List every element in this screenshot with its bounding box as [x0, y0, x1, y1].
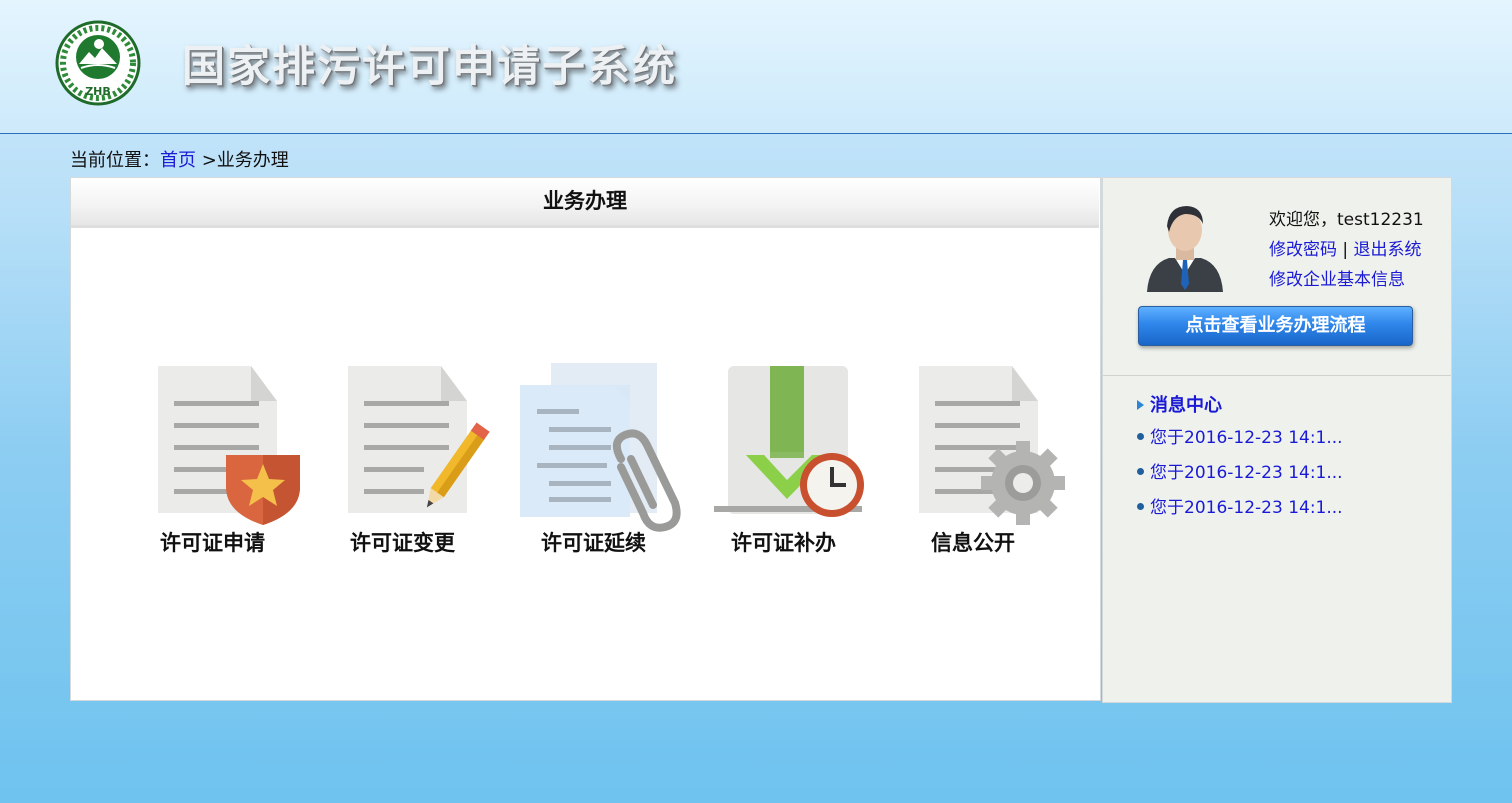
triangle-right-icon: [1137, 400, 1144, 410]
message-text: 您于2016-12-23 14:1...: [1150, 463, 1343, 483]
message-item[interactable]: 您于2016-12-23 14:1...: [1137, 426, 1343, 461]
user-sidebar: 欢迎您，test12231 修改密码 | 退出系统 修改企业基本信息 点击查看业…: [1102, 177, 1452, 703]
message-center-heading[interactable]: 消息中心: [1137, 391, 1222, 417]
message-text: 您于2016-12-23 14:1...: [1150, 428, 1343, 448]
page-header: ZHB 国家排污许可申请子系统: [0, 0, 1512, 134]
breadcrumb-prefix: 当前位置：: [70, 150, 160, 171]
tile-info-disclosure[interactable]: 信息公开: [917, 363, 1087, 563]
welcome-text: 欢迎您，test12231: [1269, 210, 1424, 230]
tile-license-renew[interactable]: 许可证延续: [519, 363, 689, 563]
breadcrumb-current: >业务办理: [196, 150, 289, 171]
bullet-icon: [1137, 503, 1144, 510]
message-item[interactable]: 您于2016-12-23 14:1...: [1137, 496, 1343, 531]
tile-label: 许可证申请: [160, 531, 265, 555]
panel-title: 业务办理: [71, 178, 1099, 228]
breadcrumb-home-link[interactable]: 首页: [160, 150, 196, 171]
download-clock-icon: [714, 366, 864, 517]
change-password-link[interactable]: 修改密码: [1269, 240, 1337, 260]
system-title: 国家排污许可申请子系统: [182, 42, 677, 92]
document-pencil-icon: [348, 366, 490, 513]
message-center-label: 消息中心: [1150, 395, 1222, 416]
user-avatar-icon: [1147, 206, 1223, 292]
svg-text:ZHB: ZHB: [85, 85, 111, 98]
welcome-block: 欢迎您，test12231 修改密码 | 退出系统 修改企业基本信息: [1269, 205, 1424, 295]
tile-license-change[interactable]: 许可证变更: [346, 363, 516, 563]
document-gear-icon: [919, 366, 1065, 525]
logout-link[interactable]: 退出系统: [1354, 240, 1422, 260]
tile-label: 许可证延续: [541, 531, 646, 555]
bullet-icon: [1137, 468, 1144, 475]
tile-license-apply[interactable]: 许可证申请: [156, 363, 326, 563]
zhb-logo-icon: ZHB: [55, 20, 141, 106]
tile-label: 许可证变更: [350, 531, 455, 555]
tile-label: 许可证补办: [731, 531, 836, 555]
message-text: 您于2016-12-23 14:1...: [1150, 498, 1343, 518]
document-paperclip-icon: [520, 363, 681, 532]
document-shield-icon: [158, 366, 300, 525]
business-panel: 业务办理 许可证申请 许可证变更 许可证延续 许可证补办 信息公开: [70, 177, 1101, 701]
edit-company-info-link[interactable]: 修改企业基本信息: [1269, 270, 1405, 290]
message-list: 您于2016-12-23 14:1... 您于2016-12-23 14:1..…: [1137, 426, 1343, 531]
bullet-icon: [1137, 433, 1144, 440]
tile-license-reissue[interactable]: 许可证补办: [712, 363, 882, 563]
tile-label: 信息公开: [931, 531, 1015, 555]
sidebar-divider: [1103, 375, 1451, 376]
view-process-flow-button[interactable]: 点击查看业务办理流程: [1138, 306, 1413, 346]
link-separator: |: [1337, 240, 1354, 260]
message-item[interactable]: 您于2016-12-23 14:1...: [1137, 461, 1343, 496]
breadcrumb: 当前位置：首页 >业务办理: [70, 146, 289, 172]
